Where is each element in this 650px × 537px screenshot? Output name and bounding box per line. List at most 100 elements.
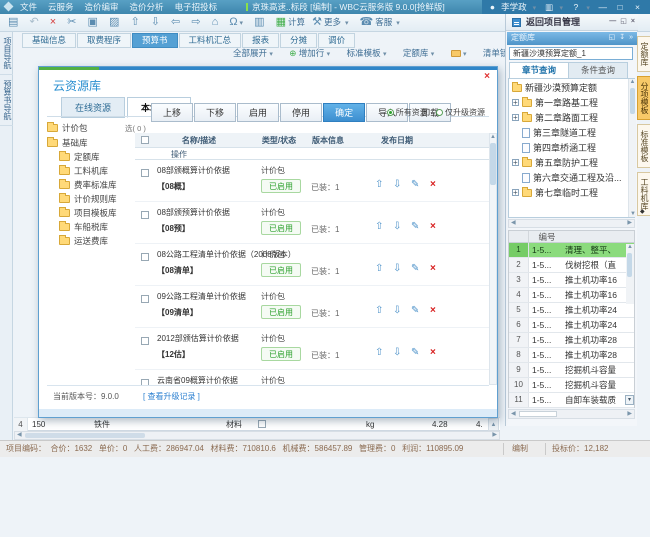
delete-icon[interactable]: × (430, 179, 436, 190)
quota-row[interactable]: 51-5...推土机功率24 (509, 303, 634, 318)
tab-condition-query[interactable]: 条件查询 (568, 62, 628, 79)
quota-row[interactable]: 91-5...挖掘机斗容量 (509, 363, 634, 378)
chevron-down-icon[interactable]: ▾ (559, 5, 563, 12)
row-up-icon[interactable]: ⇧ (375, 263, 383, 274)
vscroll-thumb[interactable] (627, 253, 632, 277)
close-button[interactable]: × (633, 0, 642, 14)
hscroll-thumb[interactable] (519, 411, 557, 417)
close-icon[interactable]: × (631, 18, 635, 25)
scroll-right-icon[interactable]: ▶ (492, 432, 497, 439)
row-checkbox[interactable] (258, 420, 266, 428)
quota-table-vscrollbar[interactable]: ▲ (626, 244, 634, 304)
scroll-left-icon[interactable]: ◀ (17, 432, 22, 439)
sheet-icon[interactable]: ▥ (254, 14, 264, 31)
undo-icon[interactable]: ↶ (29, 14, 38, 31)
add-row-button[interactable]: ⊕ 增加行 ▾ (289, 47, 338, 61)
side-tab-1[interactable]: 分项模板 (637, 76, 650, 120)
quota-row[interactable]: 41-5...推土机功率16 (509, 288, 634, 303)
dialog-vscrollbar[interactable]: ▲ (489, 133, 497, 385)
quota-row[interactable]: 21-5...伐树挖根（直 (509, 258, 634, 273)
tree-hscrollbar[interactable]: ◀▶ (508, 219, 635, 228)
tab-4[interactable]: 报表 (242, 33, 279, 48)
delete-icon[interactable]: × (430, 347, 436, 358)
mail-icon[interactable]: ▥ (544, 0, 553, 14)
dialog-close-icon[interactable]: × (484, 72, 490, 82)
minimize-icon[interactable]: — (609, 18, 616, 25)
delete-icon[interactable]: × (430, 221, 436, 232)
tree-vscrollbar[interactable]: ▲▼ (628, 79, 636, 217)
vscroll-thumb[interactable] (490, 143, 496, 185)
minimize-button[interactable]: — (598, 0, 607, 14)
standard-template-button[interactable]: 标准模板 ▾ (347, 47, 395, 61)
expand-plus-icon[interactable] (512, 189, 519, 196)
tree-subitem-0[interactable]: 定额库 (47, 150, 135, 164)
chapter-tree-item-6[interactable]: 第六章交通工程及沿... (512, 171, 634, 186)
scroll-right-icon[interactable]: ▶ (627, 220, 632, 227)
expand-plus-icon[interactable] (512, 159, 519, 166)
tree-subitem-3[interactable]: 计价规则库 (47, 192, 135, 206)
edit-icon[interactable]: ✎ (411, 347, 419, 358)
select-all-checkbox[interactable] (141, 136, 149, 144)
edit-icon[interactable]: ✎ (411, 179, 419, 190)
quota-row[interactable]: 11-5...清理、整平、 (509, 243, 634, 258)
delete-icon[interactable]: × (50, 14, 56, 31)
row-down-icon[interactable]: ⇩ (393, 305, 401, 316)
row-down-icon[interactable]: ⇩ (393, 263, 401, 274)
tree-subitem-5[interactable]: 车船税库 (47, 220, 135, 234)
row-down-icon[interactable]: ⇩ (393, 347, 401, 358)
delete-icon[interactable]: × (430, 305, 436, 316)
chevron-down-icon[interactable]: ▾ (586, 5, 590, 12)
service-button[interactable]: 客服 (375, 17, 392, 27)
tree-subitem-1[interactable]: 工料机库 (47, 164, 135, 178)
expand-right-icon[interactable]: » (629, 32, 633, 44)
resource-row[interactable]: 08公路工程清单计价依据（2008版本）【08清单】计价包已启用已装：1⇧⇩✎× (135, 244, 489, 286)
tab-online-resources[interactable]: 在线资源 (61, 97, 125, 118)
chevron-down-icon[interactable]: ▾ (533, 5, 537, 12)
chevron-down-icon[interactable]: ▾ (240, 20, 244, 27)
radio-upgrade-only[interactable]: 仅升级资源 (436, 108, 485, 117)
chevron-down-icon[interactable]: ▾ (345, 20, 349, 27)
outdent-icon[interactable]: ⇦ (171, 14, 180, 31)
grid-hscrollbar[interactable]: ◀ ▶ (14, 431, 500, 440)
scroll-down-icon[interactable]: ▼ (629, 211, 637, 217)
menu-item-1[interactable]: 云服务 (48, 2, 74, 12)
calculate-button[interactable]: 计算 (288, 17, 305, 27)
row-up-icon[interactable]: ⇧ (375, 221, 383, 232)
move-down-button[interactable]: 下移 (194, 103, 236, 122)
left-tab-project-nav[interactable]: 项目导航 (0, 32, 13, 75)
edit-icon[interactable]: ✎ (411, 263, 419, 274)
disable-button[interactable]: 停用 (280, 103, 322, 122)
resource-row[interactable]: 2012部颁估算计价依据【12估】计价包已启用已装：1⇧⇩✎× (135, 328, 489, 370)
quota-row[interactable]: 71-5...推土机功率28 (509, 333, 634, 348)
chapter-tree-item-7[interactable]: 第七章临时工程 (512, 186, 634, 201)
pin-icon[interactable]: ↧ (619, 32, 625, 44)
scroll-left-icon[interactable]: ◀ (511, 410, 516, 418)
quota-lib-button[interactable]: 定额库 ▾ (403, 47, 442, 61)
resource-row[interactable]: 云南省09概算计价依据计价包已启用已装：1⇧⇩✎× (135, 370, 489, 385)
row-up-icon[interactable]: ⇧ (375, 347, 383, 358)
tab-2[interactable]: 预算书 (132, 33, 178, 48)
tab-1[interactable]: 取费程序 (77, 33, 131, 48)
enable-button[interactable]: 启用 (237, 103, 279, 122)
expand-all-button[interactable]: 全部展开 ▾ (233, 47, 281, 61)
hscroll-thumb[interactable] (25, 433, 145, 438)
building-icon[interactable]: ⌂ (212, 14, 219, 31)
paste-icon[interactable]: ▨ (109, 14, 119, 31)
copy-icon[interactable]: ▣ (88, 14, 98, 31)
more-button[interactable]: 更多 (324, 17, 341, 27)
quota-row[interactable]: 111-5...自卸车装载质▾ (509, 393, 634, 408)
quota-row[interactable]: 101-5...挖掘机斗容量 (509, 378, 634, 393)
tab-5[interactable]: 分摊 (280, 33, 317, 48)
upgrade-record-link[interactable]: [ 查看升级记录 ] (143, 391, 200, 402)
menu-item-3[interactable]: 造价分析 (130, 2, 164, 12)
quota-row[interactable]: 31-5...推土机功率16 (509, 273, 634, 288)
user-menu[interactable]: 李学政 (501, 2, 527, 12)
help-icon[interactable]: ? (571, 0, 580, 14)
scroll-right-icon[interactable]: ▶ (627, 410, 632, 418)
tree-item-base-library[interactable]: 基础库 (47, 136, 135, 150)
row-checkbox[interactable] (141, 211, 149, 219)
service-icon[interactable]: ☎ (360, 14, 374, 31)
row-down-icon[interactable]: ⇩ (393, 221, 401, 232)
chevron-down-icon[interactable]: ▾ (396, 20, 400, 27)
scroll-up-icon[interactable]: ▲ (630, 79, 636, 85)
